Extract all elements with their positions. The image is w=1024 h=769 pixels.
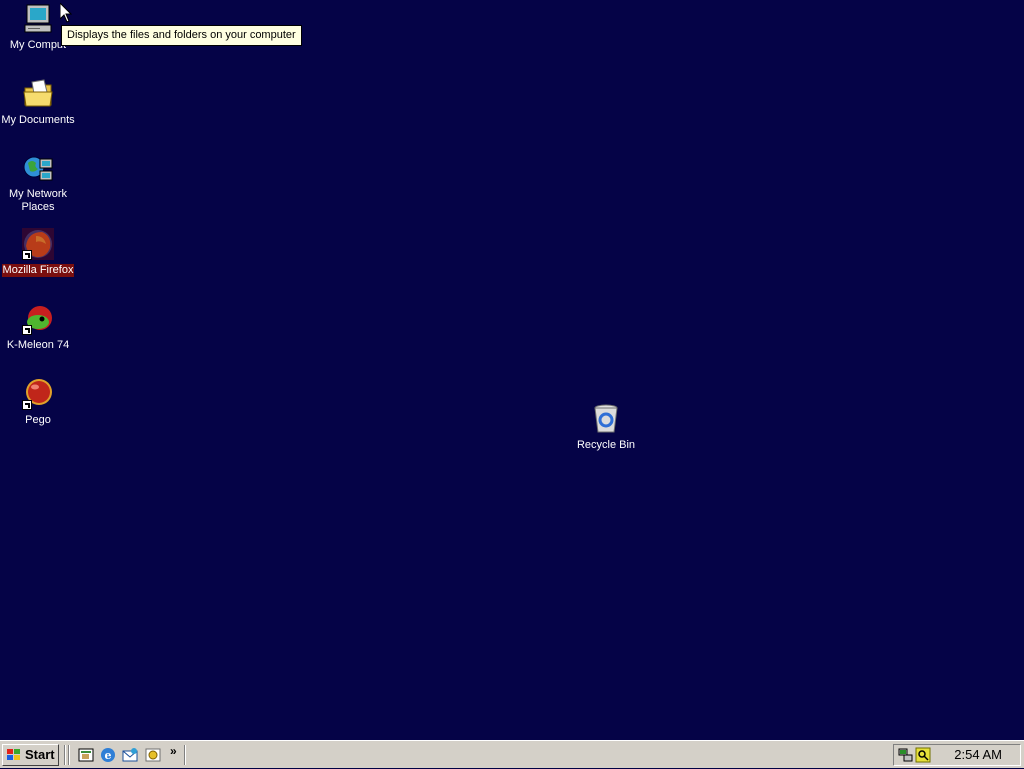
desktop-icon-label: Pego: [25, 414, 51, 426]
network-globe-icon: [22, 153, 54, 185]
quick-launch-chevron[interactable]: »: [170, 744, 177, 758]
taskbar-separator: [64, 745, 66, 765]
start-button[interactable]: Start: [2, 744, 59, 766]
desktop-icon-label: K-Meleon 74: [6, 339, 70, 351]
search-tray-icon[interactable]: [915, 747, 931, 763]
show-desktop-icon[interactable]: [77, 746, 95, 764]
start-label: Start: [25, 747, 55, 762]
taskbar-separator: [184, 745, 186, 765]
computer-icon: [22, 3, 54, 35]
media-player-icon[interactable]: [144, 746, 162, 764]
desktop-icon-label: My Network Places: [8, 188, 68, 213]
tooltip: Displays the files and folders on your c…: [61, 25, 302, 46]
documents-folder-icon: [22, 78, 54, 110]
clock[interactable]: 2:54 AM: [954, 745, 1002, 765]
svg-text:e: e: [105, 749, 112, 762]
outlook-express-icon[interactable]: [121, 746, 139, 764]
desktop-icon-my-documents[interactable]: My Documents: [0, 78, 76, 128]
desktop-icon-label: My Documents: [1, 114, 75, 126]
desktop-icon-k-meleon[interactable]: K-Meleon 74: [0, 303, 76, 353]
mouse-cursor-icon: [59, 1, 73, 28]
desktop-icon-mozilla-firefox[interactable]: Mozilla Firefox: [0, 228, 76, 278]
desktop-icon-label: Mozilla Firefox: [1, 264, 75, 277]
desktop-icon-recycle-bin[interactable]: Recycle Bin: [568, 403, 644, 453]
pego-icon: [22, 378, 54, 410]
shortcut-arrow-icon: [22, 250, 32, 260]
system-tray: 2:54 AM: [893, 744, 1021, 766]
firefox-icon: [22, 228, 54, 260]
recycle-bin-icon: [590, 403, 622, 435]
internet-explorer-icon[interactable]: e: [99, 746, 117, 764]
k-meleon-icon: [22, 303, 54, 335]
desktop-icon-pego[interactable]: Pego: [0, 378, 76, 428]
taskbar: Start e » 2:54 AM: [0, 740, 1024, 768]
desktop-icon-my-network-places[interactable]: My Network Places: [0, 153, 76, 215]
quick-launch-grip[interactable]: [68, 745, 70, 765]
desktop[interactable]: My Comput My Documents My Network Places: [0, 0, 1024, 740]
network-tray-icon[interactable]: [898, 747, 914, 763]
desktop-icon-label: My Comput: [9, 39, 67, 51]
desktop-icon-label: Recycle Bin: [576, 439, 636, 451]
shortcut-arrow-icon: [22, 400, 32, 410]
shortcut-arrow-icon: [22, 325, 32, 335]
windows-logo-icon: [6, 748, 22, 768]
